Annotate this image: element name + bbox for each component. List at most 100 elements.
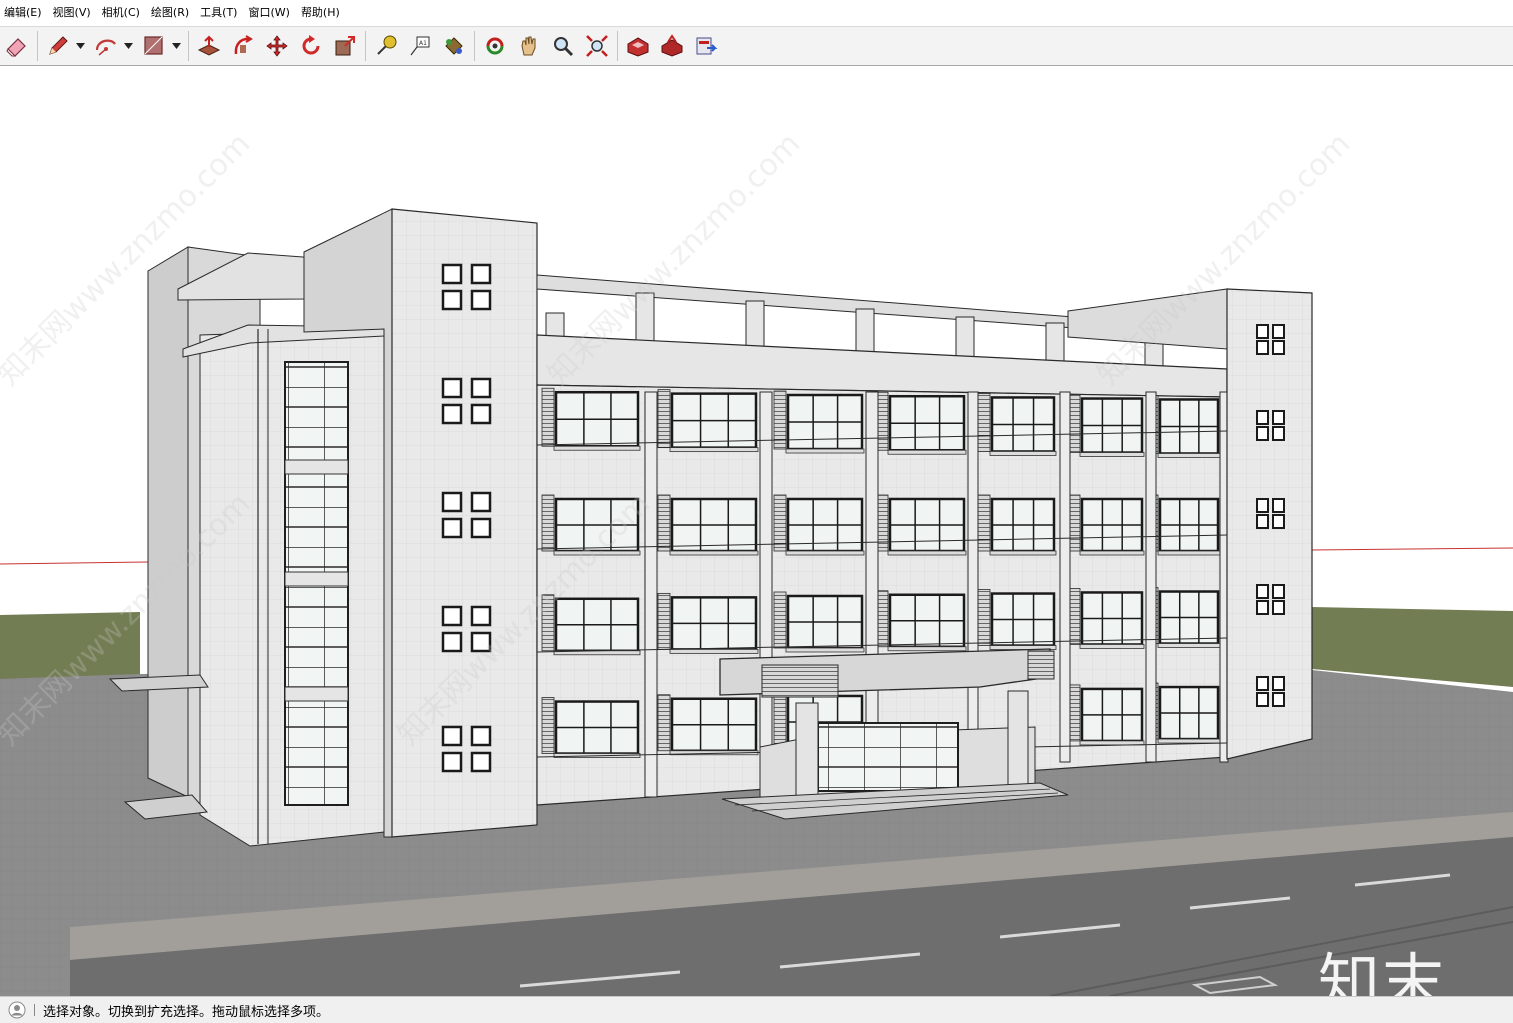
tower-window: [1256, 410, 1269, 425]
tower-window: [1256, 692, 1269, 707]
text-label-icon: A1: [410, 36, 430, 56]
push-pull-button[interactable]: [194, 30, 224, 62]
window-louver: [773, 494, 787, 552]
floor-band: [284, 571, 349, 587]
pencil-button[interactable]: [43, 30, 73, 62]
window-sill: [1079, 740, 1145, 746]
pencil-dropdown[interactable]: [75, 30, 85, 62]
tower-window: [1272, 692, 1285, 707]
floor-band: [284, 686, 349, 702]
toolbar-separator: [474, 31, 475, 61]
window-sill: [1079, 550, 1145, 556]
extension-warehouse-button[interactable]: [691, 30, 721, 62]
right-tower-front: [1226, 288, 1313, 760]
tape-measure-button[interactable]: [371, 30, 401, 62]
tower-window: [1256, 426, 1269, 441]
window-louver: [657, 494, 671, 552]
tower-window: [441, 605, 463, 627]
model-viewport[interactable]: 知末网www.znzmo.com 知末网www.znzmo.com 知末网www…: [0, 67, 1513, 996]
scale-button[interactable]: [330, 30, 360, 62]
user-icon[interactable]: [8, 1001, 26, 1019]
paint-bucket-button[interactable]: [439, 30, 469, 62]
follow-me-button[interactable]: [228, 30, 258, 62]
zoom-button[interactable]: [548, 30, 578, 62]
tower-window: [1272, 340, 1285, 355]
chevron-down-icon: [171, 43, 181, 49]
zoom-extents-button[interactable]: [582, 30, 612, 62]
left-wing-side: [147, 246, 189, 798]
chevron-down-icon: [75, 43, 85, 49]
tower-window: [470, 491, 492, 513]
menu-view[interactable]: 视图(V): [49, 0, 98, 26]
text-button[interactable]: A1: [405, 30, 435, 62]
window-sill: [669, 550, 759, 556]
window-louver: [773, 691, 787, 749]
window-sill: [1157, 643, 1221, 648]
arc-dropdown[interactable]: [123, 30, 133, 62]
tower-window: [1256, 514, 1269, 529]
tower-window: [441, 751, 463, 773]
tower-window: [1256, 324, 1269, 339]
menu-tools[interactable]: 工具(T): [196, 0, 244, 26]
tower-window: [1256, 676, 1269, 691]
tower-window: [441, 631, 463, 653]
move-button[interactable]: [262, 30, 292, 62]
tower-window: [470, 605, 492, 627]
window-louver: [977, 589, 991, 646]
orbit-button[interactable]: [480, 30, 510, 62]
window-sill: [553, 445, 641, 451]
warehouse-icon: [627, 37, 649, 57]
entrance-glass-doors: [817, 722, 959, 792]
tower-window: [1256, 600, 1269, 615]
menu-draw[interactable]: 绘图(R): [147, 0, 196, 26]
menu-edit[interactable]: 编辑(E): [0, 0, 49, 26]
warehouse-button[interactable]: [623, 30, 653, 62]
share-model-button[interactable]: [657, 30, 687, 62]
facade-column: [1145, 391, 1157, 763]
rectangle-button[interactable]: [139, 30, 169, 62]
window-louver: [541, 494, 555, 552]
eraser-button[interactable]: [2, 30, 32, 62]
share-model-icon: [661, 34, 683, 57]
tower-window: [1272, 584, 1285, 599]
window-sill: [785, 550, 865, 556]
tower-window: [470, 377, 492, 399]
floor-band: [284, 459, 349, 475]
tower-window: [470, 517, 492, 539]
zoom-extents-icon: [586, 35, 608, 57]
arc-button[interactable]: [91, 30, 121, 62]
facade-column: [644, 391, 658, 798]
menu-window[interactable]: 窗口(W): [244, 0, 296, 26]
tower-window: [441, 403, 463, 425]
toolbar-separator: [617, 31, 618, 61]
pan-icon: [521, 36, 536, 56]
chevron-down-icon: [123, 43, 133, 49]
window-sill: [887, 550, 967, 556]
tower-window: [1256, 498, 1269, 513]
tower-window: [470, 263, 492, 285]
rotate-icon: [302, 35, 320, 55]
pencil-icon: [49, 36, 68, 55]
zoom-icon: [554, 37, 574, 57]
window-sill: [989, 451, 1057, 456]
orbit-icon: [486, 37, 504, 55]
arc-icon: [95, 39, 116, 56]
window-louver: [657, 592, 671, 650]
pan-button[interactable]: [514, 30, 544, 62]
window-sill: [1157, 738, 1221, 744]
canopy-louver: [1027, 650, 1055, 680]
window-sill: [785, 647, 865, 653]
menu-camera[interactable]: 相机(C): [98, 0, 147, 26]
toolbar-separator: [365, 31, 366, 61]
toolbar-separator: [37, 31, 38, 61]
window-louver: [657, 389, 671, 449]
follow-me-icon: [234, 35, 253, 55]
rotate-button[interactable]: [296, 30, 326, 62]
menu-help[interactable]: 帮助(H): [297, 0, 347, 26]
tower-window: [1272, 426, 1285, 441]
window-sill: [1079, 452, 1145, 457]
window-sill: [669, 447, 759, 453]
tower-window: [441, 377, 463, 399]
rectangle-dropdown[interactable]: [171, 30, 181, 62]
tower-window: [1272, 324, 1285, 339]
